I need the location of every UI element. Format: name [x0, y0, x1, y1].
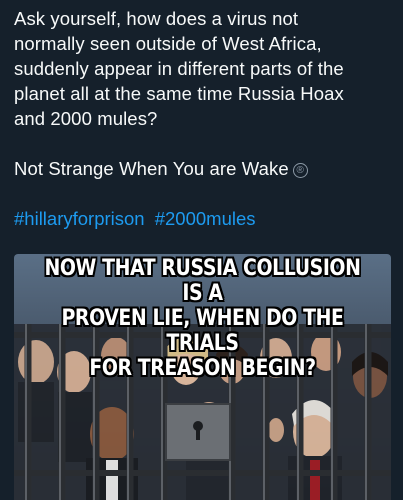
hashtag-link-2000mules[interactable]: #2000mules	[155, 208, 256, 229]
tweet: Ask yourself, how does a virus not norma…	[0, 0, 403, 500]
hashtag-link-hillaryforprison[interactable]: #hillaryforprison	[14, 208, 145, 229]
meme-headline: NOW THAT RUSSIA COLLUSION IS A PROVEN LI…	[44, 256, 361, 381]
tweet-text-paragraph: Ask yourself, how does a virus not norma…	[14, 8, 344, 129]
hashtag-row: #hillaryforprison #2000mules	[14, 206, 393, 231]
tweet-text-paragraph-2: Not Strange When You are Wake ®	[14, 156, 393, 181]
tweet-text-line: Not Strange When You are Wake	[14, 158, 289, 179]
registered-mark-icon: ®	[292, 163, 308, 178]
attached-image[interactable]: NOW THAT RUSSIA COLLUSION IS A PROVEN LI…	[14, 254, 391, 500]
